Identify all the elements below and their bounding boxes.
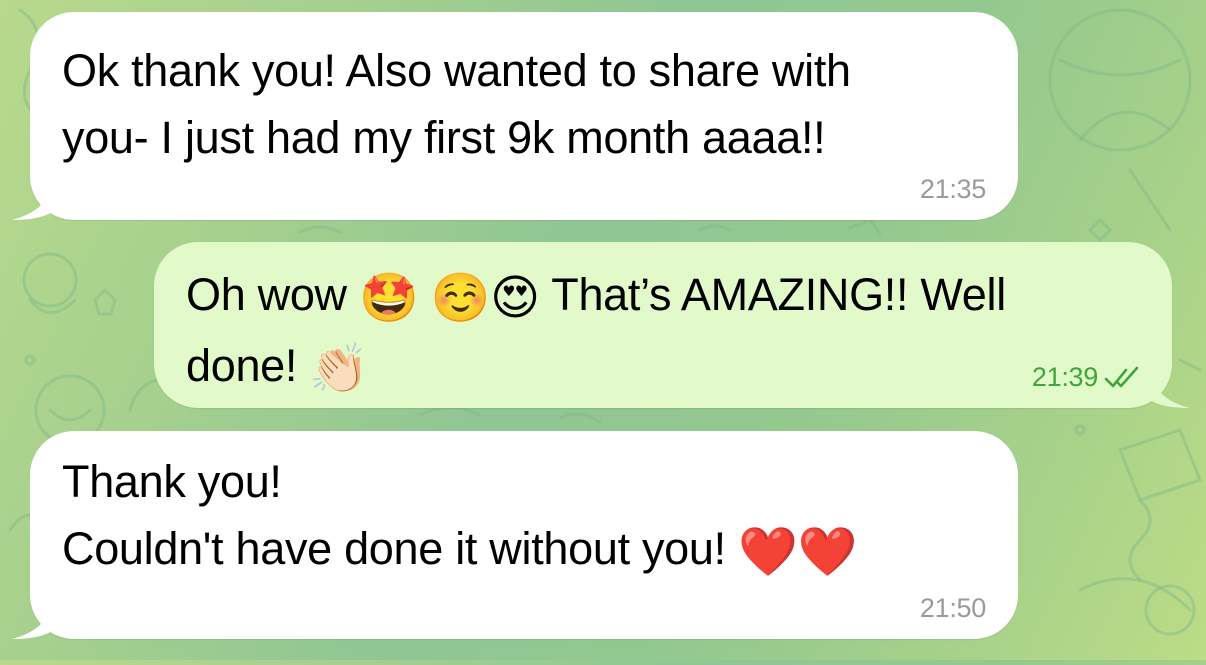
message-text-line: Couldn't have done it without you! ❤️❤️: [62, 515, 1018, 586]
star-struck-emoji: 🤩: [358, 272, 419, 325]
bubble-tail: [12, 595, 52, 639]
message-text-line: you- I just had my first 9k month aaaa!!: [62, 112, 826, 163]
outgoing-message-bubble[interactable]: Oh wow 🤩 ☺️😍 That’s AMAZING!! Well done!…: [154, 242, 1190, 408]
red-heart-emoji: ❤️: [797, 526, 858, 579]
incoming-message-bubble[interactable]: Ok thank you! Also wanted to share with …: [12, 12, 1018, 220]
message-meta: 21:50: [920, 593, 986, 623]
clapping-hands-emoji: 👏🏻: [309, 343, 369, 396]
message-meta: 21:35: [920, 174, 986, 204]
message-text-line: Oh wow 🤩 ☺️😍 That’s AMAZING!! Well: [186, 261, 1172, 332]
message-time: 21:39: [1031, 362, 1098, 392]
heart-eyes-emoji: 😍: [490, 272, 540, 325]
message-text-line: Ok thank you! Also wanted to share with: [62, 45, 851, 96]
double-check-icon: [1104, 366, 1139, 388]
message-time: 21:35: [919, 174, 986, 204]
message-time: 21:50: [919, 593, 986, 623]
smiling-blush-emoji: ☺️: [430, 272, 491, 325]
message-text: done!: [186, 340, 298, 391]
bubble-tail: [1150, 364, 1190, 408]
message-text: Couldn't have done it without you!: [62, 523, 726, 574]
message-text: That’s AMAZING!! Well: [551, 269, 1006, 320]
red-heart-emoji: ❤️: [738, 526, 798, 579]
message-text: Oh wow: [186, 269, 347, 320]
message-text-line: Thank you!: [62, 456, 282, 507]
incoming-message-bubble[interactable]: Thank you! Couldn't have done it without…: [12, 431, 1018, 639]
bubble-tail: [12, 176, 52, 220]
message-meta: 21:39: [1032, 362, 1140, 392]
message-text-line: done! 👏🏻: [186, 332, 1172, 403]
